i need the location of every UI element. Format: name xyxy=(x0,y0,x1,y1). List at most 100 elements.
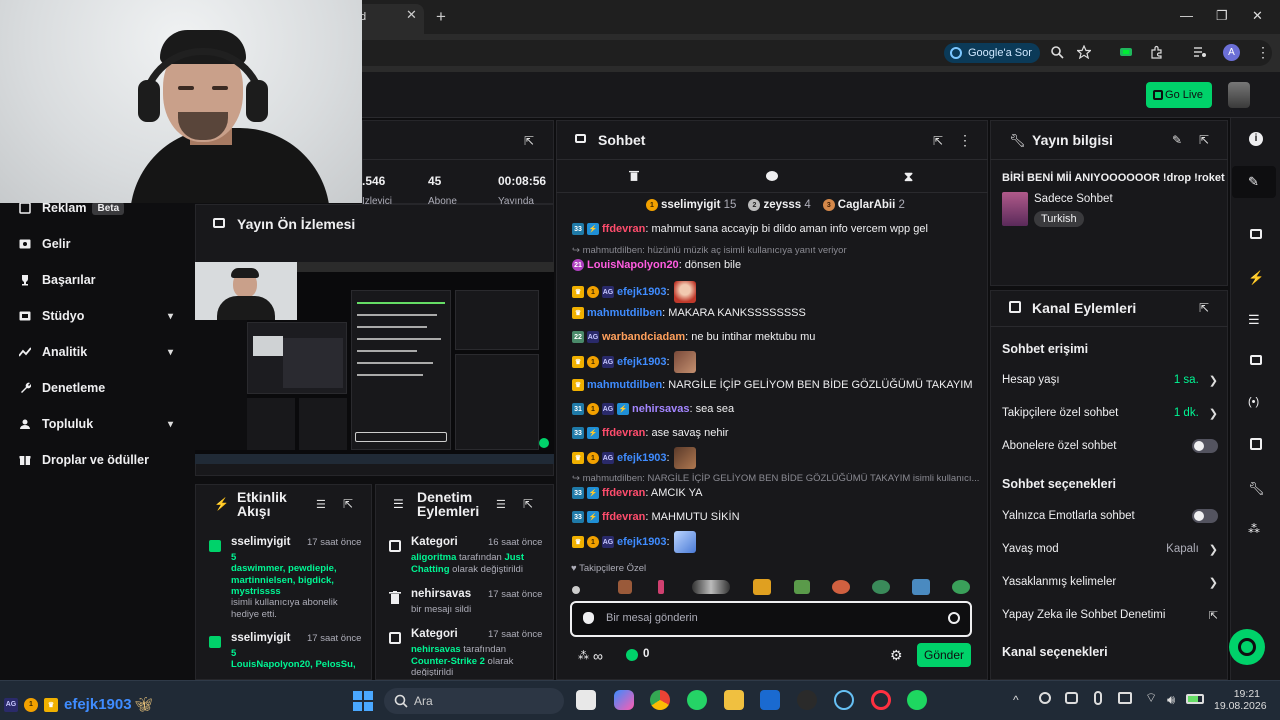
opera-icon[interactable] xyxy=(871,690,891,710)
chat-username[interactable]: mahmutdilben xyxy=(587,307,662,319)
user-avatar[interactable] xyxy=(1228,82,1250,108)
popout-icon[interactable]: ⇱ xyxy=(1199,301,1209,315)
store-icon[interactable] xyxy=(760,690,780,710)
chat-mode-icon[interactable] xyxy=(766,171,778,181)
extensions-icon[interactable]: ⁂ xyxy=(1248,522,1264,538)
action-followers-only[interactable]: Takipçilere özel sohbet 1 dk. ❯ xyxy=(1002,404,1218,422)
popout-icon[interactable]: ⇱ xyxy=(524,134,534,148)
stream-category[interactable]: Sadece Sohbet xyxy=(1034,193,1113,205)
popout-icon[interactable]: ⇱ xyxy=(933,134,943,148)
chat-message[interactable]: 33 ⚡ ffdevran: ase savaş nehir xyxy=(572,425,729,441)
sidebar-item-studyo[interactable]: Stüdyo ▾ xyxy=(18,306,183,326)
popout-icon[interactable]: ⇱ xyxy=(343,497,353,511)
chat-message[interactable]: ♛ mahmutdilben: NARGİLE İÇİP GELİYOM BEN… xyxy=(572,377,972,393)
sidebar-item-analitik[interactable]: Analitik ▾ xyxy=(18,342,183,362)
emote-image[interactable] xyxy=(692,580,730,594)
chat-username[interactable]: ffdevran xyxy=(602,223,645,235)
popout-icon[interactable]: ⇱ xyxy=(523,497,533,511)
close-window-icon[interactable]: ✕ xyxy=(1252,8,1263,24)
edit-icon[interactable]: ✎ xyxy=(1248,174,1264,190)
subs-only-toggle[interactable] xyxy=(1192,439,1218,453)
bits-icon[interactable]: ⁂ xyxy=(578,649,589,662)
stream-preview-video[interactable] xyxy=(195,262,554,464)
volume-icon[interactable]: 🔊︎ xyxy=(1167,692,1175,708)
chat-message[interactable]: ♛ 1 AG efejk1903: xyxy=(572,351,696,373)
emote-image[interactable] xyxy=(753,579,771,595)
sidebar-item-droplar[interactable]: Droplar ve ödüller xyxy=(18,450,149,470)
chat-message[interactable]: 33 ⚡ ffdevran: mahmut sana accayip bi dil… xyxy=(572,221,928,237)
chat-settings-icon[interactable]: ⚙ xyxy=(890,647,903,664)
more-options-icon[interactable]: ⋮ xyxy=(958,132,972,149)
zoom-icon[interactable] xyxy=(1050,45,1064,59)
help-button[interactable] xyxy=(1229,629,1265,665)
chat-username[interactable]: efejk1903 xyxy=(617,286,667,298)
go-live-button[interactable]: Go Live xyxy=(1146,82,1212,108)
popout-icon[interactable]: ⇱ xyxy=(1199,133,1209,147)
emote-image[interactable] xyxy=(618,580,632,594)
emote-image[interactable] xyxy=(658,580,664,594)
sidebar-item-basarilar[interactable]: Başarılar xyxy=(18,270,96,290)
channel-points-icon[interactable] xyxy=(626,649,638,661)
leader-name[interactable]: zeysss xyxy=(763,199,801,211)
emote-image[interactable] xyxy=(832,580,850,594)
copilot-icon[interactable] xyxy=(614,690,634,710)
profile-avatar[interactable]: A xyxy=(1223,44,1240,61)
chat-username[interactable]: efejk1903 xyxy=(617,356,667,368)
tab-close-icon[interactable]: ✕ xyxy=(406,8,418,21)
media-control-icon[interactable] xyxy=(1193,45,1207,59)
spotify-icon[interactable] xyxy=(907,690,927,710)
steam-icon[interactable] xyxy=(834,690,854,710)
stream-manager-icon[interactable] xyxy=(1250,229,1262,239)
chat-message[interactable]: ♛ 1 AG efejk1903: xyxy=(572,281,696,303)
sidebar-item-topluluk[interactable]: Topluluk ▾ xyxy=(18,414,183,434)
taskview-icon[interactable] xyxy=(576,690,596,710)
trash-icon[interactable] xyxy=(629,170,639,181)
extension-green-icon[interactable] xyxy=(1119,45,1133,59)
obs-icon[interactable] xyxy=(797,690,817,710)
chat-message[interactable]: 33 ⚡ ffdevran: MAHMUTU SİKİN xyxy=(572,509,740,525)
microphone-icon[interactable] xyxy=(1094,691,1102,705)
wrench-icon[interactable]: 🔧︎ xyxy=(1248,481,1265,497)
file-explorer-icon[interactable] xyxy=(724,690,744,710)
chat-username[interactable]: ffdevran xyxy=(602,427,645,439)
taskbar-clock[interactable]: 19:21 19.08.2026 xyxy=(1214,688,1267,712)
chat-username[interactable]: LouisNapolyon20 xyxy=(587,259,679,271)
chat-username[interactable]: ffdevran xyxy=(602,511,645,523)
chat-message[interactable]: 21 LouisNapolyon20: dönsen bile xyxy=(572,257,741,273)
chat-username[interactable]: warbandciadam xyxy=(602,331,685,343)
emote-only-toggle[interactable] xyxy=(1192,509,1218,523)
sidebar-item-gelir[interactable]: Gelir xyxy=(18,234,71,254)
whatsapp-icon[interactable] xyxy=(687,690,707,710)
chat-message[interactable]: 22 AG warbandciadam: ne bu intihar mektub… xyxy=(572,329,815,345)
info-icon[interactable]: i xyxy=(1249,132,1263,146)
chat-message[interactable]: 33 ⚡ ffdevran: AMCIK YA xyxy=(572,485,702,501)
edit-icon[interactable]: ✎ xyxy=(1172,133,1182,147)
maximize-icon[interactable]: ❐ xyxy=(1216,8,1228,24)
action-account-age[interactable]: Hesap yaşı 1 sa. ❯ xyxy=(1002,371,1218,389)
filter-icon[interactable]: ☰ xyxy=(316,498,326,511)
tray-app-icon[interactable] xyxy=(1039,692,1051,704)
chat-username[interactable]: efejk1903 xyxy=(617,536,667,548)
chrome-icon[interactable] xyxy=(650,690,670,710)
broadcast-icon[interactable]: (•) xyxy=(1248,396,1264,412)
filter-icon[interactable]: ☰ xyxy=(496,498,506,511)
chat-icon[interactable] xyxy=(1250,355,1262,365)
action-banned-words[interactable]: Yasaklanmış kelimeler ❯ xyxy=(1002,573,1218,591)
chat-message[interactable]: ♛ mahmutdilben: MAKARA KANKSSSSSSSS xyxy=(572,305,806,321)
calendar-icon[interactable] xyxy=(1250,438,1262,450)
chat-message[interactable]: ♛ 1 AG efejk1903: xyxy=(572,447,696,469)
category-boxart[interactable] xyxy=(1002,192,1028,226)
chat-message[interactable]: ♛ 1 AG efejk1903: xyxy=(572,531,696,553)
taskbar-search[interactable]: Ara xyxy=(384,688,564,714)
wifi-icon[interactable]: ⌔ xyxy=(1145,690,1157,706)
emote-image[interactable] xyxy=(872,580,890,594)
tray-app-icon[interactable] xyxy=(1065,692,1078,704)
tray-chevron-icon[interactable]: ^ xyxy=(1013,693,1019,707)
chat-username[interactable]: mahmutdilben xyxy=(587,379,662,391)
windows-start-icon[interactable] xyxy=(353,691,373,711)
minimize-icon[interactable]: — xyxy=(1180,8,1193,23)
hourglass-icon[interactable]: ⧗ xyxy=(904,169,913,185)
emote-image[interactable] xyxy=(794,580,810,594)
bookmark-star-icon[interactable] xyxy=(1077,45,1091,59)
chat-message[interactable]: 31 1 AG ⚡ nehirsavas: sea sea xyxy=(572,401,734,417)
